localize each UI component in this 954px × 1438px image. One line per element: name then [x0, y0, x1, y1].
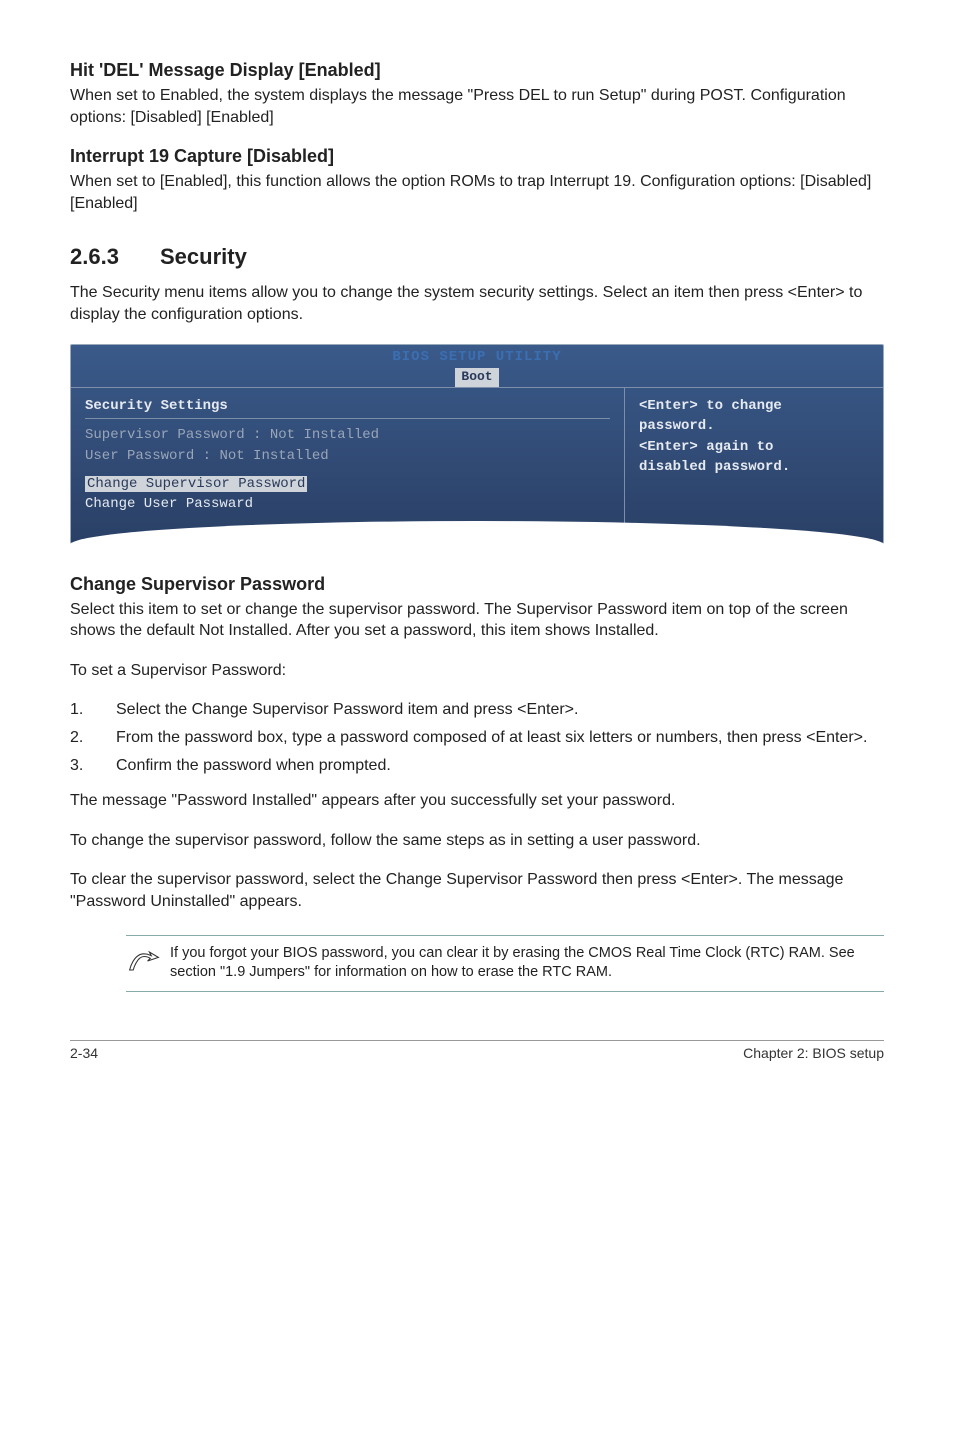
bios-label: User Password — [85, 448, 194, 464]
paragraph: To clear the supervisor password, select… — [70, 869, 884, 912]
paragraph: To set a Supervisor Password: — [70, 660, 884, 682]
note-text: If you forgot your BIOS password, you ca… — [170, 944, 884, 983]
bios-row-user-password: User Password : Not Installed — [85, 446, 610, 466]
paragraph: To change the supervisor password, follo… — [70, 830, 884, 852]
list-item-text: From the password box, type a password c… — [116, 727, 867, 749]
bios-row-change-user: Change User Passward — [85, 494, 610, 514]
bios-help-line: disabled password. — [639, 457, 869, 477]
section-title: Security — [160, 244, 247, 270]
chapter-label: Chapter 2: BIOS setup — [743, 1045, 884, 1061]
bios-row-change-supervisor: Change Supervisor Password — [85, 474, 610, 494]
bios-row-supervisor-password: Supervisor Password : Not Installed — [85, 425, 610, 445]
paragraph: The Security menu items allow you to cha… — [70, 282, 884, 325]
paragraph: Select this item to set or change the su… — [70, 599, 884, 642]
page-footer: 2-34 Chapter 2: BIOS setup — [70, 1040, 884, 1061]
bios-tab-boot: Boot — [455, 368, 498, 387]
heading-hit-del: Hit 'DEL' Message Display [Enabled] — [70, 60, 884, 81]
ordered-list: 1.Select the Change Supervisor Password … — [70, 699, 884, 776]
page-number: 2-34 — [70, 1045, 98, 1061]
bios-screenshot: BIOS SETUP UTILITY Boot Security Setting… — [70, 344, 884, 544]
heading-interrupt-19: Interrupt 19 Capture [Disabled] — [70, 146, 884, 167]
note-box: If you forgot your BIOS password, you ca… — [126, 935, 884, 992]
bios-left-panel: Security Settings Supervisor Password : … — [71, 388, 625, 542]
bios-value: Not Installed — [270, 427, 379, 443]
section-number: 2.6.3 — [70, 244, 160, 270]
list-item-text: Select the Change Supervisor Password it… — [116, 699, 578, 721]
list-item: 3.Confirm the password when prompted. — [70, 755, 884, 777]
bios-section-title: Security Settings — [85, 396, 610, 416]
bios-help-line: <Enter> to change — [639, 396, 869, 416]
note-icon — [126, 944, 170, 981]
bios-label: Supervisor Password — [85, 427, 245, 443]
bios-help-line: <Enter> again to — [639, 437, 869, 457]
paragraph: When set to Enabled, the system displays… — [70, 85, 884, 128]
bios-value: Not Installed — [219, 448, 328, 464]
paragraph: The message "Password Installed" appears… — [70, 790, 884, 812]
bios-help-panel: <Enter> to change password. <Enter> agai… — [625, 388, 883, 542]
paragraph: When set to [Enabled], this function all… — [70, 171, 884, 214]
bios-selected-item: Change Supervisor Password — [85, 476, 307, 492]
list-item: 1.Select the Change Supervisor Password … — [70, 699, 884, 721]
list-item-text: Confirm the password when prompted. — [116, 755, 391, 777]
list-item: 2.From the password box, type a password… — [70, 727, 884, 749]
heading-change-supervisor-password: Change Supervisor Password — [70, 574, 884, 595]
bios-header-title: BIOS SETUP UTILITY — [71, 347, 883, 367]
bios-help-line: password. — [639, 416, 869, 436]
section-heading: 2.6.3 Security — [70, 244, 884, 270]
